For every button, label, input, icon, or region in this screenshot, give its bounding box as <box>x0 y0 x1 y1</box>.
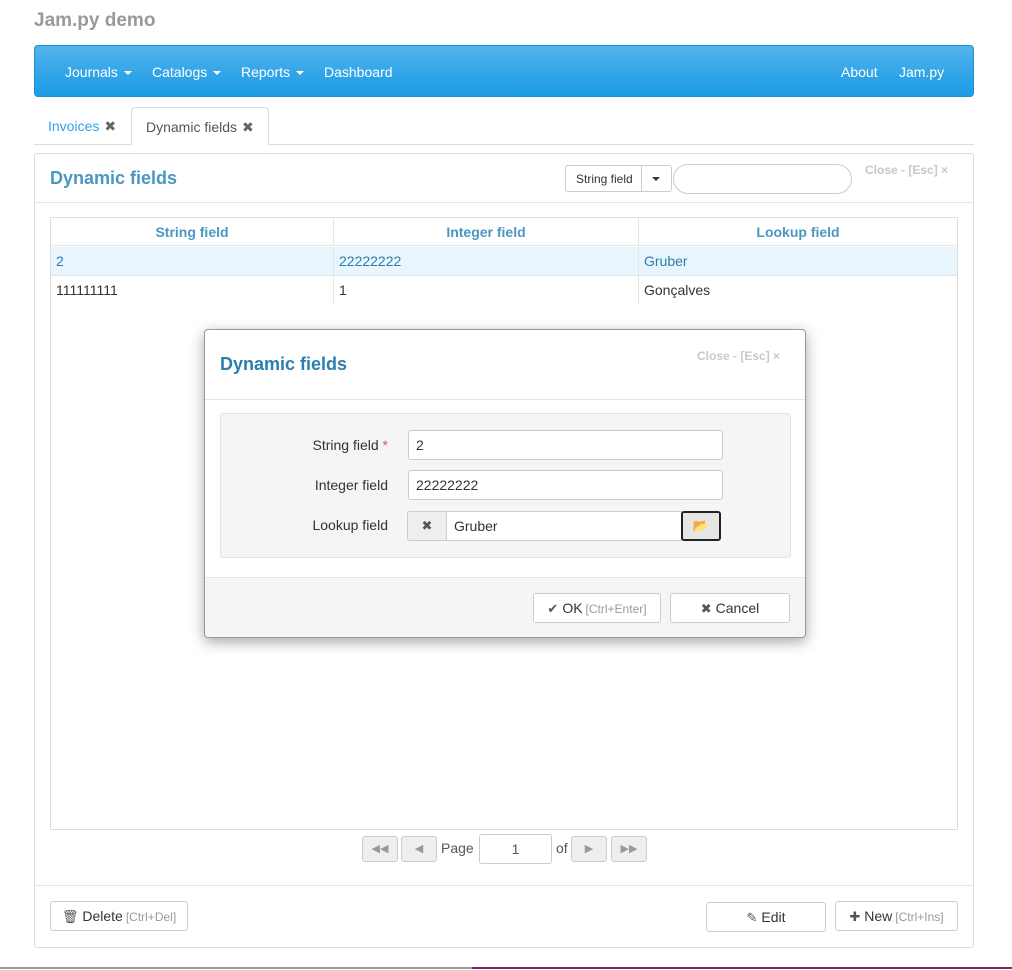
ok-label: OK <box>562 600 583 616</box>
ok-button[interactable]: ✔ OK [Ctrl+Enter] <box>533 593 661 623</box>
dialog-header-divider <box>205 399 805 400</box>
cancel-button[interactable]: ✖ Cancel <box>670 593 790 623</box>
dialog-close-button[interactable]: Close - [Esc] × <box>697 349 780 363</box>
check-icon: ✔ <box>547 601 559 616</box>
lookup-field-input[interactable]: Gruber <box>446 511 682 541</box>
string-field-label: String field * <box>221 437 389 453</box>
string-field-label-text: String field <box>312 437 379 453</box>
remove-circle-icon[interactable]: ✖ <box>407 511 447 541</box>
bottom-rule-right <box>472 967 1012 969</box>
edit-dialog: Dynamic fields Close - [Esc] × String fi… <box>204 329 806 638</box>
string-field-input[interactable]: 2 <box>408 430 723 460</box>
close-icon: ✖ <box>700 601 712 616</box>
lookup-field-label: Lookup field <box>312 517 388 533</box>
integer-field-input[interactable]: 22222222 <box>408 470 723 500</box>
integer-field-label: Integer field <box>314 477 388 493</box>
dialog-footer: ✔ OK [Ctrl+Enter] ✖ Cancel <box>205 577 805 637</box>
folder-open-icon[interactable]: 📂 <box>681 511 721 541</box>
dialog-title: Dynamic fields <box>220 354 348 374</box>
bottom-rule-left <box>0 967 472 969</box>
required-mark: * <box>382 437 388 453</box>
dialog-form: String field * 2 Integer field 22222222 … <box>220 413 791 558</box>
ok-shortcut: [Ctrl+Enter] <box>585 602 647 616</box>
cancel-label: Cancel <box>715 600 760 616</box>
